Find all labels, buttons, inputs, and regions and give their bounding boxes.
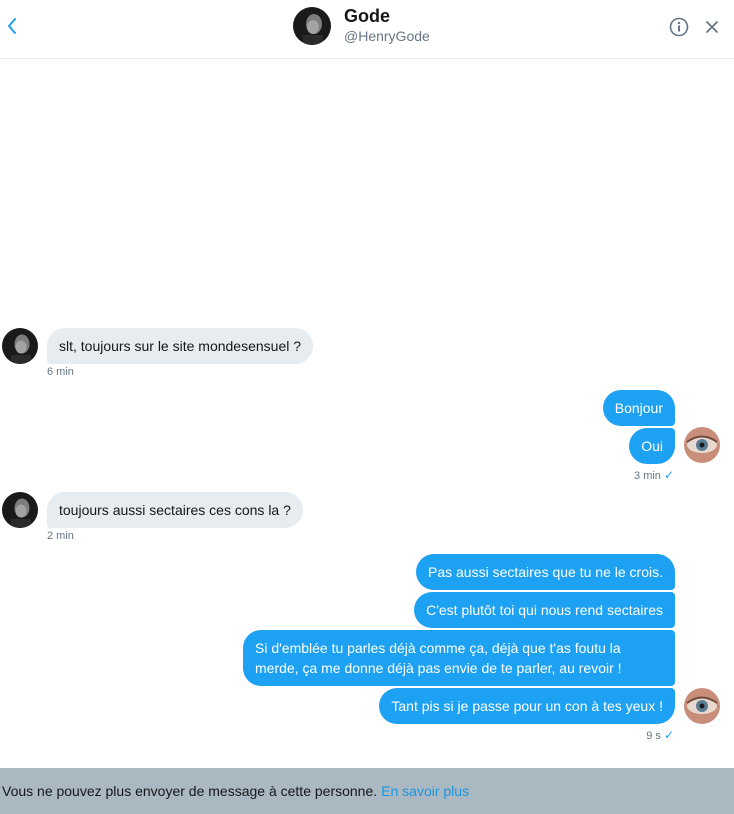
close-icon	[706, 21, 718, 33]
contact-avatar-small[interactable]	[2, 328, 38, 364]
message-timestamp: 9 s ✓	[646, 728, 674, 742]
message-bubble-outgoing[interactable]: C'est plutôt toi qui nous rend sectaires	[414, 592, 675, 628]
learn-more-link[interactable]: En savoir plus	[381, 783, 469, 799]
contact-avatar-small[interactable]	[2, 492, 38, 528]
timestamp-text: 3 min	[634, 470, 661, 482]
conversation-header: Gode @HenryGode	[0, 0, 734, 59]
message-timestamp: 6 min	[47, 366, 74, 378]
message-bubble-outgoing[interactable]: Tant pis si je passe pour un con à tes y…	[379, 688, 675, 724]
user-avatar[interactable]	[684, 427, 720, 463]
message-timestamp: 3 min ✓	[634, 468, 674, 482]
message-bubble-outgoing[interactable]: Oui	[629, 428, 675, 464]
timestamp-text: 9 s	[646, 730, 661, 742]
blocked-notice: Vous ne pouvez plus envoyer de message à…	[0, 768, 734, 814]
user-avatar[interactable]	[684, 688, 720, 724]
chevron-left-icon	[8, 18, 16, 34]
message-bubble-outgoing[interactable]: Pas aussi sectaires que tu ne le crois.	[415, 554, 675, 590]
message-bubble-incoming[interactable]: toujours aussi sectaires ces cons la ?	[47, 492, 303, 528]
message-bubble-outgoing[interactable]: Si d'emblée tu parles déjà comme ça, déj…	[243, 630, 675, 686]
contact-name[interactable]: Gode	[344, 6, 390, 27]
message-timestamp: 2 min	[47, 530, 74, 542]
contact-avatar[interactable]	[293, 7, 331, 45]
message-bubble-outgoing[interactable]: Bonjour	[602, 390, 675, 426]
blocked-notice-text: Vous ne pouvez plus envoyer de message à…	[2, 783, 378, 799]
info-button[interactable]	[668, 16, 690, 38]
sent-check-icon: ✓	[663, 728, 674, 742]
message-bubble-incoming[interactable]: slt, toujours sur le site mondesensuel ?	[47, 328, 314, 364]
back-button[interactable]	[2, 14, 22, 38]
close-button[interactable]	[702, 17, 722, 37]
contact-handle[interactable]: @HenryGode	[344, 28, 430, 44]
sent-check-icon: ✓	[663, 468, 674, 482]
info-icon	[669, 17, 689, 37]
